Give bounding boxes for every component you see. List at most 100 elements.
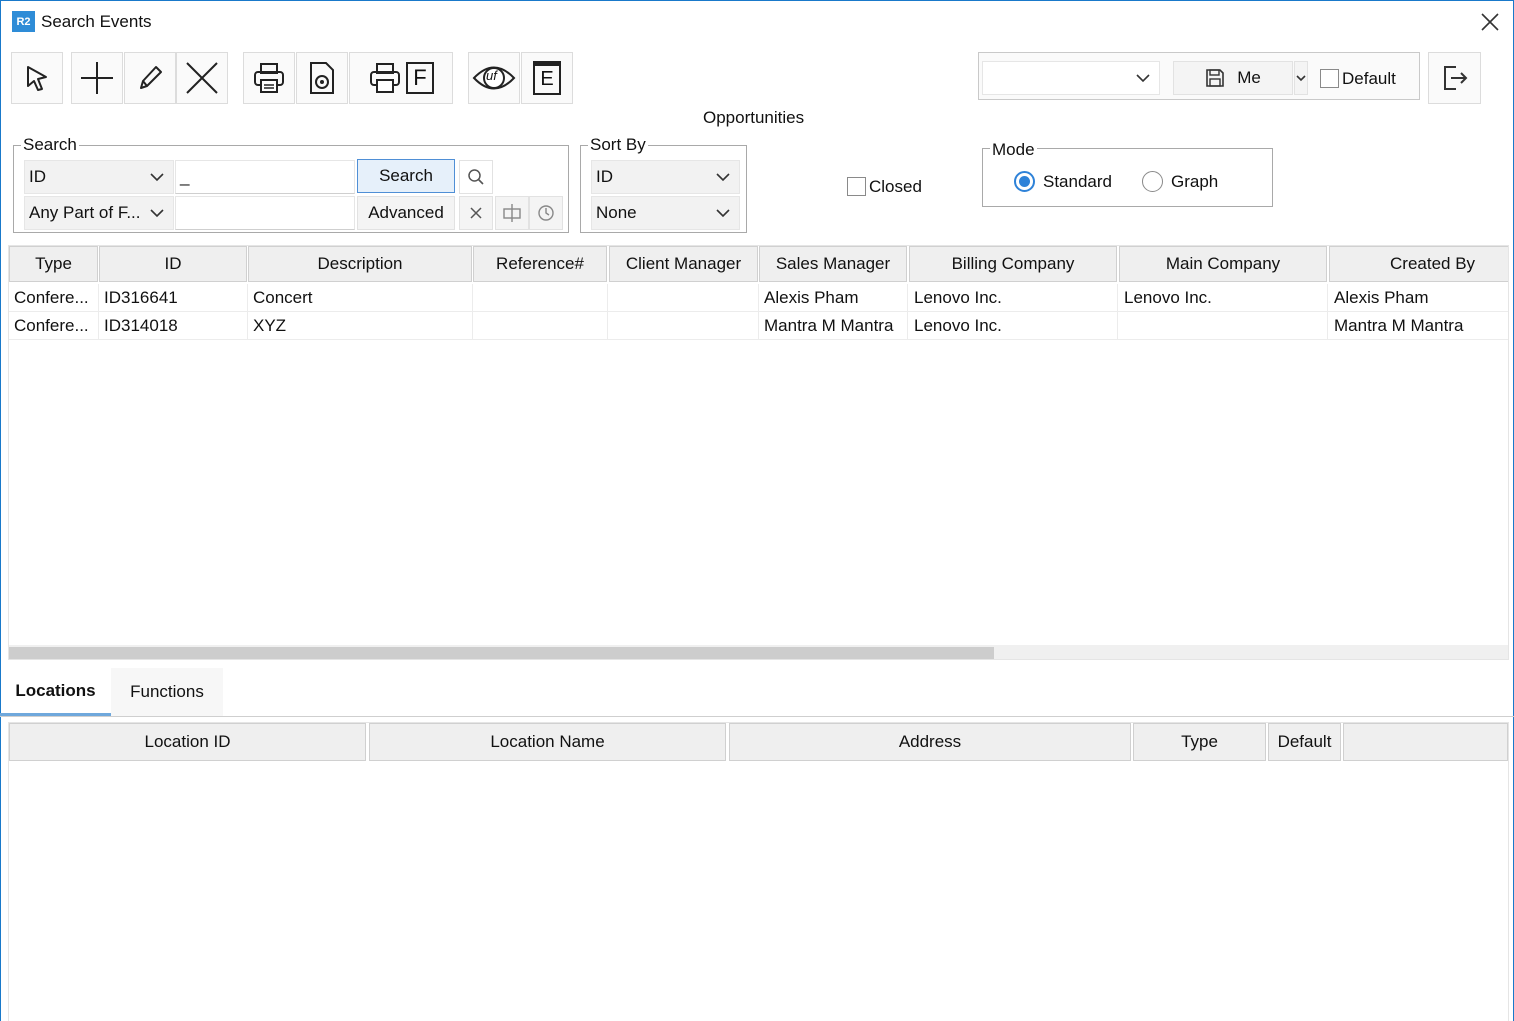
e-letter-icon: E (533, 61, 561, 95)
delete-button[interactable] (176, 52, 228, 104)
column-header[interactable]: Description (248, 246, 472, 282)
save-view-button[interactable]: Me (1173, 61, 1293, 95)
page-heading: Opportunities (703, 108, 805, 127)
advanced-button[interactable]: Advanced (357, 196, 455, 230)
search-field-combo[interactable]: ID (24, 160, 174, 194)
default-label: Default (1342, 69, 1396, 88)
closed-checkbox[interactable] (847, 177, 866, 196)
search-input-value: _ (180, 167, 190, 186)
print-format-button[interactable]: F (349, 52, 453, 104)
exit-icon (1443, 66, 1467, 90)
table-cell: Confere... (9, 284, 99, 312)
table-cell: Alexis Pham (1329, 284, 1508, 312)
search-button[interactable]: Search (357, 159, 455, 193)
table-cell: Lenovo Inc. (909, 284, 1118, 312)
chevron-down-icon (1136, 74, 1150, 83)
column-header[interactable]: Location Name (369, 723, 726, 761)
floppy-disk-icon (1206, 69, 1224, 87)
match-type-combo[interactable]: Any Part of F... (24, 196, 174, 230)
table-cell: ID316641 (99, 284, 248, 312)
clear-search-button[interactable] (459, 196, 493, 230)
table-cell: Mantra M Mantra (1329, 312, 1508, 340)
exit-button[interactable] (1428, 52, 1481, 104)
plus-icon (81, 62, 113, 94)
cursor-icon (27, 66, 47, 91)
clear-icon (470, 207, 482, 219)
horizontal-scrollbar[interactable] (9, 645, 1508, 659)
chevron-down-icon (716, 173, 730, 182)
mode-legend: Mode (990, 140, 1037, 160)
search-legend: Search (21, 135, 79, 155)
column-header[interactable]: Location ID (9, 723, 366, 761)
sort-primary-value: ID (596, 167, 613, 186)
table-cell (1119, 312, 1328, 340)
scrollbar-thumb[interactable] (9, 647, 994, 659)
document-settings-icon (310, 62, 334, 94)
events-table: Type ID Description Reference# Client Manage… (8, 245, 1509, 660)
table-cell: Lenovo Inc. (1119, 284, 1328, 312)
column-header[interactable]: ID (99, 246, 247, 282)
tab-divider (0, 716, 1514, 717)
table-row[interactable]: Confere... ID314018 XYZ Mantra M Mantra Leno… (9, 312, 1508, 340)
column-header[interactable]: Client Manager (609, 246, 758, 282)
table-cell (473, 284, 608, 312)
user-fields-button[interactable]: uf (468, 52, 520, 104)
quick-search-button[interactable] (459, 160, 493, 194)
history-button[interactable] (529, 196, 563, 230)
format-letter-box: F (406, 62, 434, 94)
column-header[interactable]: Created By (1329, 246, 1508, 282)
search-field-value: ID (29, 167, 46, 186)
x-icon (186, 62, 218, 94)
magnifier-icon (468, 169, 484, 185)
table-cell: ID314018 (99, 312, 248, 340)
column-header[interactable]: Billing Company (909, 246, 1117, 282)
select-button[interactable] (11, 52, 63, 104)
print-button[interactable] (243, 52, 295, 104)
graph-label: Graph (1171, 172, 1219, 191)
standard-label: Standard (1043, 172, 1112, 191)
column-header[interactable]: Default (1268, 723, 1341, 761)
table-cell: Alexis Pham (759, 284, 908, 312)
column-header[interactable]: Main Company (1119, 246, 1327, 282)
close-window-button[interactable] (1478, 10, 1502, 34)
tab-locations[interactable]: Locations (0, 668, 111, 716)
history-icon (538, 205, 554, 221)
printer-icon (254, 63, 284, 93)
e-button[interactable]: E (521, 52, 573, 104)
chevron-down-icon (1296, 75, 1306, 82)
edit-button[interactable] (124, 52, 176, 104)
sort-primary-combo[interactable]: ID (591, 160, 740, 194)
column-header-filler (1343, 723, 1508, 761)
sort-secondary-value: None (596, 203, 637, 222)
search-input-2[interactable] (175, 196, 355, 230)
chevron-down-icon (150, 209, 164, 218)
column-header[interactable]: Address (729, 723, 1131, 761)
column-header[interactable]: Sales Manager (759, 246, 907, 282)
closed-label: Closed (869, 177, 922, 196)
standard-radio[interactable] (1014, 171, 1035, 192)
default-checkbox[interactable] (1320, 69, 1339, 88)
table-cell (609, 284, 759, 312)
save-view-dropdown[interactable] (1294, 61, 1308, 95)
search-input[interactable]: _ (175, 160, 355, 194)
add-button[interactable] (71, 52, 123, 104)
view-combo[interactable] (982, 61, 1160, 95)
table-row[interactable]: Confere... ID316641 Concert Alexis Pham Leno… (9, 284, 1508, 312)
chevron-down-icon (150, 173, 164, 182)
sort-secondary-combo[interactable]: None (591, 196, 740, 230)
save-view-label: Me (1237, 68, 1261, 87)
close-icon (1481, 13, 1499, 31)
column-header[interactable]: Type (9, 246, 98, 282)
table-cell: XYZ (248, 312, 473, 340)
graph-radio[interactable] (1142, 171, 1163, 192)
uf-label: uf (486, 68, 497, 83)
print-settings-button[interactable] (296, 52, 348, 104)
column-header[interactable]: Reference# (473, 246, 607, 282)
column-icon (503, 204, 521, 222)
column-filter-button[interactable] (495, 196, 529, 230)
table-cell: Mantra M Mantra (759, 312, 908, 340)
table-cell (609, 312, 759, 340)
window-title: Search Events (41, 12, 152, 31)
tab-functions[interactable]: Functions (111, 668, 223, 716)
column-header[interactable]: Type (1133, 723, 1266, 761)
